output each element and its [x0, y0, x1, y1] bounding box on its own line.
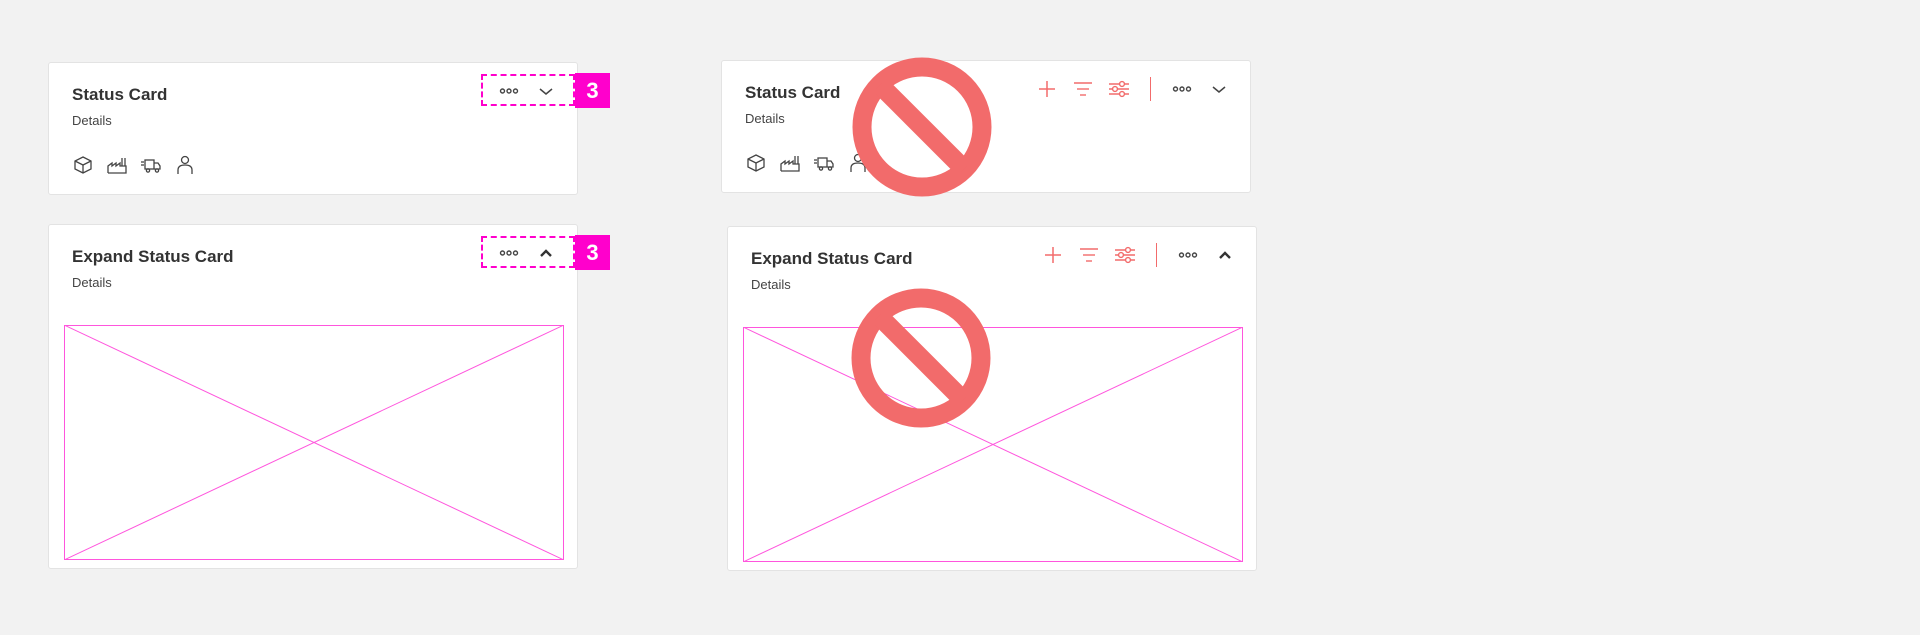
card-subtitle: Details [72, 275, 112, 290]
settings-sliders-icon[interactable] [1108, 78, 1130, 100]
card-title: Expand Status Card [72, 247, 234, 266]
status-icons-row [72, 154, 196, 176]
box-icon [745, 152, 767, 174]
factory-icon [779, 152, 801, 174]
settings-sliders-icon[interactable] [1114, 244, 1136, 266]
plus-icon[interactable] [1036, 78, 1058, 100]
filter-icon[interactable] [1072, 78, 1094, 100]
annotation-badge: 3 [575, 73, 610, 108]
card-subtitle: Details [745, 111, 785, 126]
forbidden-icon [851, 288, 991, 428]
toolbar-divider [1156, 243, 1157, 267]
card-subtitle: Details [751, 277, 791, 292]
status-card-expanded-right: Expand Status Card Details [727, 226, 1257, 571]
toolbar-divider [1150, 77, 1151, 101]
plus-icon[interactable] [1042, 244, 1064, 266]
card-subtitle: Details [72, 113, 112, 128]
filter-icon[interactable] [1078, 244, 1100, 266]
status-card-expanded-left: Expand Status Card Details [48, 224, 578, 569]
content-placeholder [743, 327, 1243, 562]
card-title: Status Card [72, 85, 168, 104]
card-title: Status Card [745, 83, 841, 102]
forbidden-icon [852, 57, 992, 197]
truck-icon [140, 154, 162, 176]
card-title: Expand Status Card [751, 249, 913, 268]
box-icon [72, 154, 94, 176]
person-icon [174, 154, 196, 176]
truck-icon [813, 152, 835, 174]
more-icon[interactable] [1171, 78, 1193, 100]
annotation-marker [481, 74, 575, 106]
status-icons-row [745, 152, 869, 174]
chevron-down-icon[interactable] [1208, 78, 1230, 100]
chevron-up-icon[interactable] [1214, 244, 1236, 266]
factory-icon [106, 154, 128, 176]
annotation-badge: 3 [575, 235, 610, 270]
content-placeholder [64, 325, 564, 560]
more-icon[interactable] [1177, 244, 1199, 266]
annotation-marker [481, 236, 575, 268]
